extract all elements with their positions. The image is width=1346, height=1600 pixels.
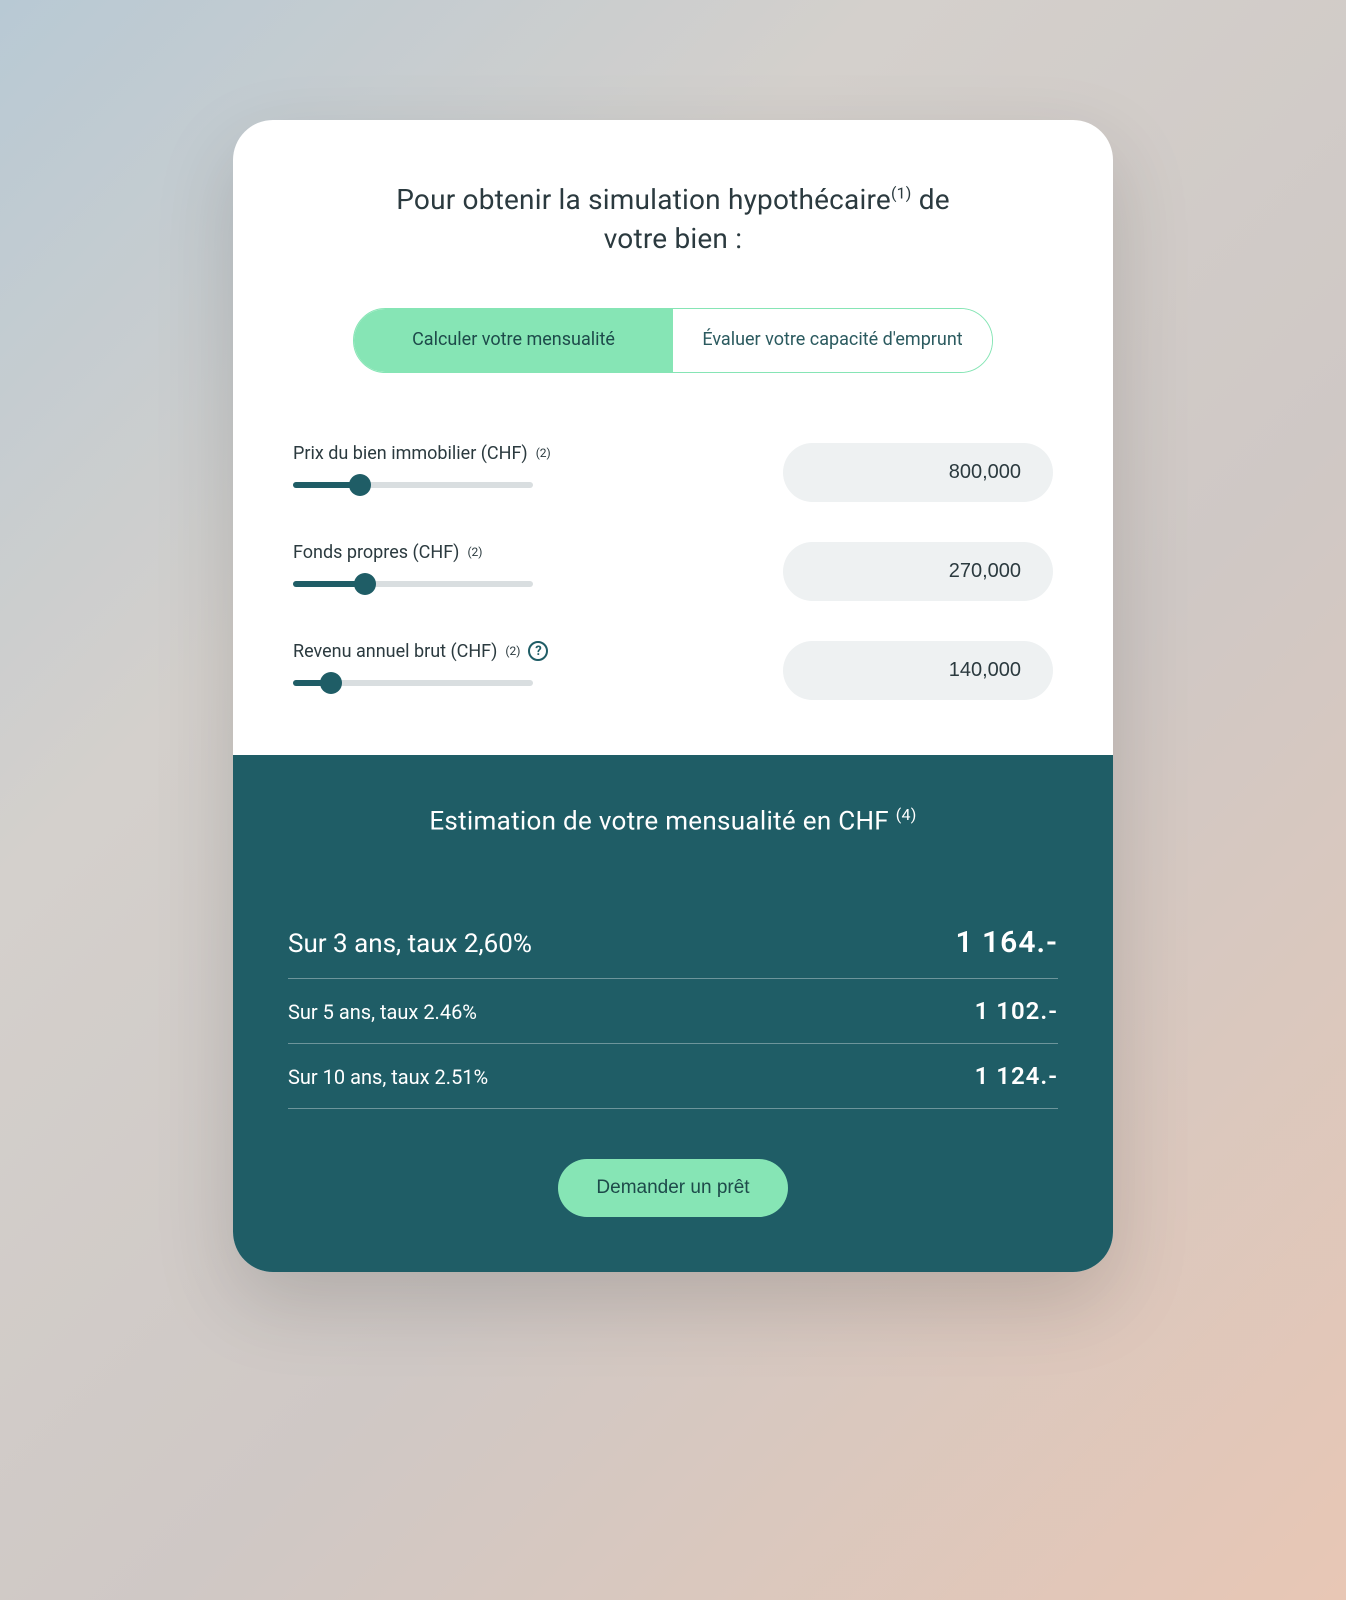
results-panel: Estimation de votre mensualité en CHF (4… <box>233 755 1113 1272</box>
slider-price-thumb[interactable] <box>349 474 371 496</box>
slider-equity-thumb[interactable] <box>354 573 376 595</box>
results-title-sup: (4) <box>896 805 917 824</box>
page-title: Pour obtenir la simulation hypothécaire(… <box>363 180 983 258</box>
slider-income[interactable] <box>293 680 533 686</box>
label-equity: Fonds propres (CHF) (2) <box>293 542 743 563</box>
title-sup: (1) <box>891 184 912 203</box>
result-row-1: Sur 5 ans, taux 2.46% 1 102.- <box>288 979 1058 1044</box>
label-income: Revenu annuel brut (CHF) (2) ? <box>293 641 743 662</box>
row-equity: Fonds propres (CHF) (2) <box>293 542 1053 601</box>
slider-income-thumb[interactable] <box>320 672 342 694</box>
label-price-sup: (2) <box>536 446 551 460</box>
input-equity[interactable] <box>783 542 1053 601</box>
input-price[interactable] <box>783 443 1053 502</box>
row-income-left: Revenu annuel brut (CHF) (2) ? <box>293 641 743 686</box>
title-text-before: Pour obtenir la simulation hypothécaire <box>396 183 891 216</box>
result-term-0: Sur 3 ans, taux 2,60% <box>288 929 532 959</box>
form-rows: Prix du bien immobilier (CHF) (2) Fonds … <box>283 443 1063 755</box>
result-term-1: Sur 5 ans, taux 2.46% <box>288 1000 477 1024</box>
result-amount-0: 1 164.- <box>955 925 1058 960</box>
input-income[interactable] <box>783 641 1053 700</box>
results-title-text: Estimation de votre mensualité en CHF <box>429 807 889 837</box>
label-income-text: Revenu annuel brut (CHF) <box>293 641 497 662</box>
tab-evaluate-capacity[interactable]: Évaluer votre capacité d'emprunt <box>673 309 992 372</box>
help-icon[interactable]: ? <box>528 641 548 661</box>
result-row-2: Sur 10 ans, taux 2.51% 1 124.- <box>288 1044 1058 1109</box>
mode-tabs: Calculer votre mensualité Évaluer votre … <box>353 308 993 373</box>
simulator-inner: Pour obtenir la simulation hypothécaire(… <box>233 120 1113 755</box>
results-title: Estimation de votre mensualité en CHF (4… <box>288 805 1058 837</box>
label-equity-sup: (2) <box>467 545 482 559</box>
row-equity-left: Fonds propres (CHF) (2) <box>293 542 743 587</box>
result-term-2: Sur 10 ans, taux 2.51% <box>288 1065 488 1089</box>
label-price: Prix du bien immobilier (CHF) (2) <box>293 443 743 464</box>
result-amount-2: 1 124.- <box>975 1062 1058 1090</box>
row-income: Revenu annuel brut (CHF) (2) ? <box>293 641 1053 700</box>
result-amount-1: 1 102.- <box>975 997 1058 1025</box>
request-loan-button[interactable]: Demander un prêt <box>558 1159 787 1217</box>
row-price-left: Prix du bien immobilier (CHF) (2) <box>293 443 743 488</box>
label-price-text: Prix du bien immobilier (CHF) <box>293 443 528 464</box>
simulator-card: Pour obtenir la simulation hypothécaire(… <box>233 120 1113 1272</box>
label-income-sup: (2) <box>505 644 520 658</box>
label-equity-text: Fonds propres (CHF) <box>293 542 459 563</box>
row-price: Prix du bien immobilier (CHF) (2) <box>293 443 1053 502</box>
tab-calculate-monthly[interactable]: Calculer votre mensualité <box>354 309 673 372</box>
slider-price[interactable] <box>293 482 533 488</box>
result-row-0: Sur 3 ans, taux 2,60% 1 164.- <box>288 907 1058 979</box>
slider-equity[interactable] <box>293 581 533 587</box>
